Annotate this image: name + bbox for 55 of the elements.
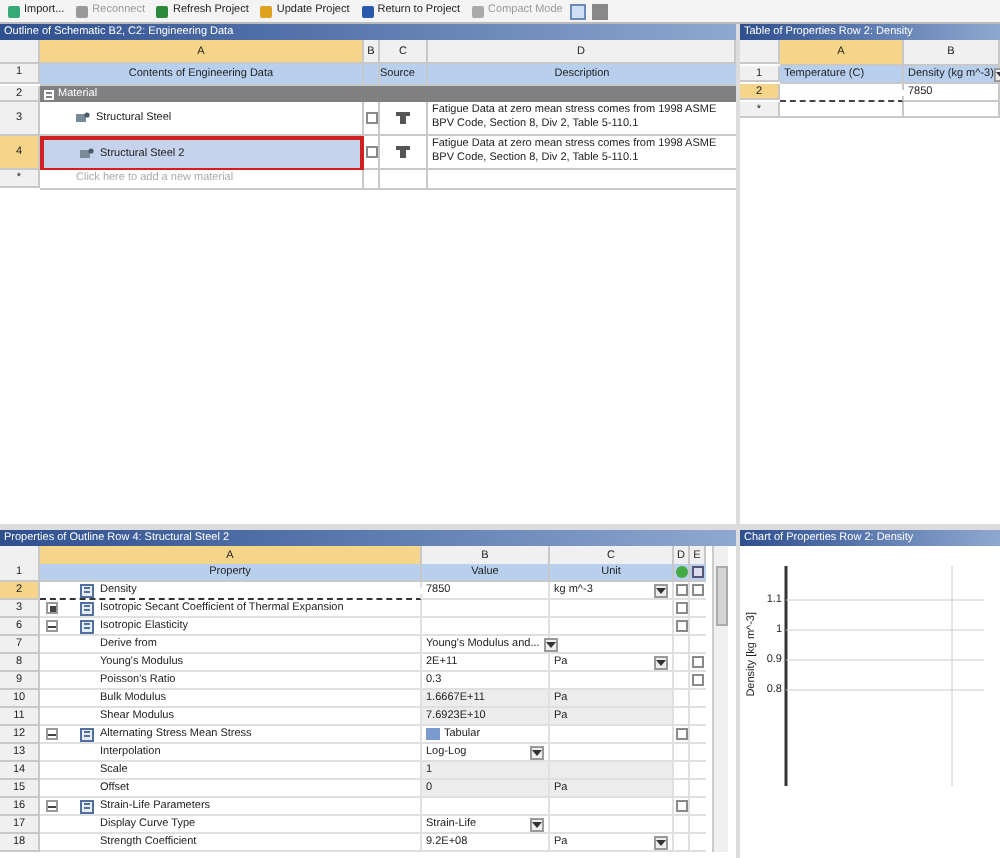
unit-cell[interactable] [550, 636, 674, 654]
dropdown-button[interactable] [654, 583, 668, 597]
material-icon [76, 112, 90, 125]
dropdown-button[interactable] [530, 745, 544, 759]
dropdown-button[interactable] [654, 655, 668, 669]
dropdown-button[interactable] [654, 835, 668, 849]
checkbox[interactable] [692, 584, 704, 596]
unit-cell[interactable] [550, 618, 674, 636]
value-cell[interactable] [422, 618, 550, 636]
toolbar-icon [74, 3, 91, 19]
corner-cell [740, 40, 780, 64]
collapse-icon[interactable] [46, 728, 58, 740]
toolbar-icon [258, 3, 275, 19]
unit-cell[interactable] [550, 726, 674, 744]
library-icon [396, 146, 410, 159]
table-icon [426, 728, 440, 740]
toolbar-icon [6, 3, 22, 19]
value-cell[interactable] [422, 798, 550, 816]
checkbox[interactable] [692, 674, 704, 686]
checkbox[interactable] [675, 620, 687, 632]
help-icon [675, 566, 687, 578]
table-cell[interactable] [780, 84, 904, 102]
property-icon [80, 727, 94, 741]
property-icon [80, 583, 94, 597]
grid-icon [692, 566, 704, 578]
checkbox[interactable] [675, 584, 687, 596]
checkbox[interactable] [675, 602, 687, 614]
table-cell[interactable] [780, 102, 904, 118]
dropdown-button[interactable] [543, 637, 558, 651]
checkbox[interactable] [692, 656, 704, 668]
unit-cell[interactable] [550, 600, 674, 618]
checkbox[interactable] [365, 112, 377, 125]
value-cell[interactable] [422, 600, 550, 618]
collapse-icon[interactable] [46, 620, 58, 632]
unit-cell[interactable] [550, 762, 674, 780]
property-icon [80, 619, 94, 633]
library-icon [396, 112, 410, 125]
corner-cell [0, 40, 40, 64]
toolbar-icon [359, 3, 376, 19]
material-icon [80, 148, 94, 161]
toolbar-icon [470, 3, 487, 19]
checkbox[interactable] [675, 728, 687, 740]
checkbox[interactable] [675, 800, 687, 812]
checkbox[interactable] [365, 146, 377, 159]
property-icon [80, 601, 94, 615]
scrollbar[interactable] [712, 546, 728, 852]
unit-cell[interactable] [550, 798, 674, 816]
property-icon [80, 799, 94, 813]
toolbar-icon [154, 3, 171, 19]
table-cell[interactable] [904, 102, 1000, 118]
column-header [364, 64, 380, 86]
unit-cell[interactable] [550, 816, 674, 834]
expand-icon[interactable] [46, 602, 58, 614]
dropdown-button[interactable] [530, 817, 544, 831]
collapse-icon[interactable] [46, 800, 58, 812]
